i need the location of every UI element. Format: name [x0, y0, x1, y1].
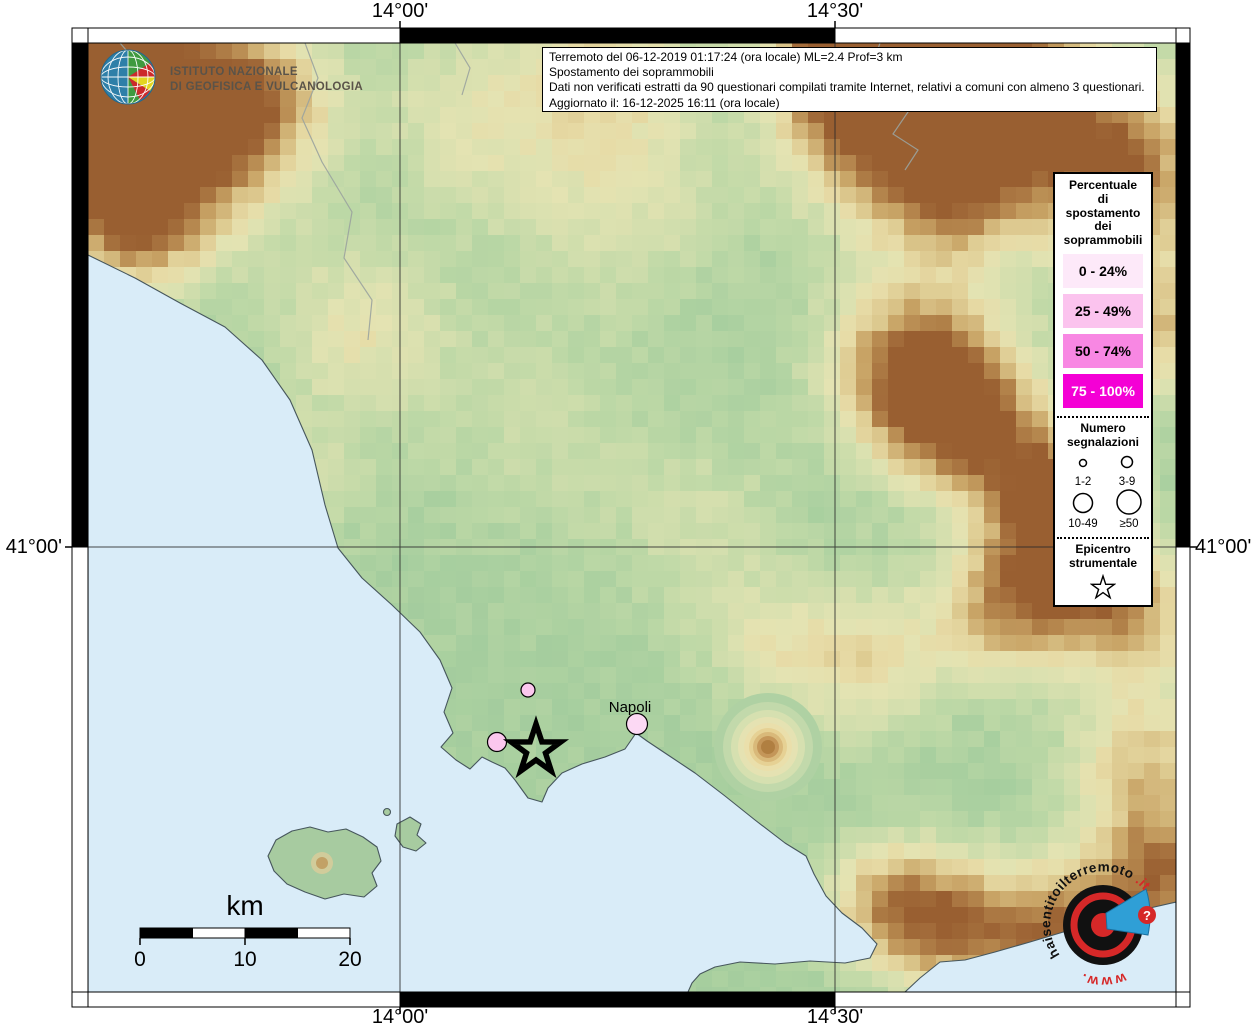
city-label-napoli: Napoli: [609, 699, 652, 716]
question-badge-icon: ?: [1138, 906, 1156, 924]
svg-text:?: ?: [1143, 908, 1151, 923]
svg-text:≥50: ≥50: [1119, 518, 1138, 529]
ingv-logo-line2: DI GEOFISICA E VULCANOLOGIA: [170, 81, 363, 93]
ingv-globe-icon: [101, 50, 155, 104]
size-icon-3-9: [1122, 456, 1133, 467]
felt-report-marker: [488, 733, 507, 752]
event-info-line2: Spostamento dei soprammobili: [549, 65, 1150, 80]
event-info-line4: Aggiornato il: 16-12-2025 16:11 (ora loc…: [549, 96, 1150, 111]
svg-text:1-2: 1-2: [1075, 476, 1092, 488]
svg-text:3-9: 3-9: [1119, 476, 1136, 488]
legend-reports-title: Numero segnalazioni: [1055, 421, 1151, 449]
legend-separator: [1057, 537, 1149, 539]
scale-bar-unit: km: [226, 890, 263, 921]
size-icon-1-2: [1080, 459, 1087, 466]
legend-class-swatch-3: 75 - 100%: [1063, 374, 1143, 408]
event-info-line1: Terremoto del 06-12-2019 01:17:24 (ora l…: [549, 50, 1150, 65]
legend-class-swatch-2: 50 - 74%: [1063, 334, 1143, 368]
vesuvius-volcano: [714, 693, 822, 801]
islet: [384, 809, 391, 816]
legend-epicenter-star-icon: [1090, 574, 1116, 600]
ischia-peak: [316, 857, 328, 869]
legend-separator: [1057, 416, 1149, 418]
scale-tick-10: 10: [233, 948, 256, 971]
legend-class-swatch-0: 0 - 24%: [1063, 254, 1143, 288]
size-icon-50plus: [1117, 490, 1141, 514]
axis-label-bottom-lon1: 14°00': [372, 1006, 428, 1029]
ingv-logo-line1: ISTITUTO NAZIONALE: [170, 66, 298, 78]
event-info-box: Terremoto del 06-12-2019 01:17:24 (ora l…: [542, 47, 1157, 112]
axis-label-top-lon1: 14°00': [372, 0, 428, 23]
scale-tick-0: 0: [134, 948, 146, 971]
legend-title: Percentuale di spostamento dei soprammob…: [1055, 179, 1151, 248]
axis-label-bottom-lon2: 14°30': [807, 1006, 863, 1029]
legend-epicenter-title: Epicentro strumentale: [1055, 542, 1151, 570]
event-info-line3: Dati non verificati estratti da 90 quest…: [549, 80, 1150, 95]
axis-label-top-lon2: 14°30': [807, 0, 863, 23]
legend: Percentuale di spostamento dei soprammob…: [1053, 172, 1153, 607]
axis-label-right-lat: 41°00': [1195, 536, 1251, 559]
legend-class-swatch-1: 25 - 49%: [1063, 294, 1143, 328]
scale-tick-20: 20: [338, 948, 361, 971]
map-stage: Napoli km 0 10 20: [0, 0, 1255, 1024]
size-icon-10-49: [1074, 493, 1093, 512]
felt-report-marker: [627, 714, 648, 735]
axis-label-left-lat: 41°00': [0, 536, 62, 559]
svg-text:10-49: 10-49: [1068, 518, 1097, 529]
legend-report-sizes: 1-2 3-9 10-49 ≥50: [1055, 449, 1151, 529]
felt-report-marker: [521, 683, 535, 697]
